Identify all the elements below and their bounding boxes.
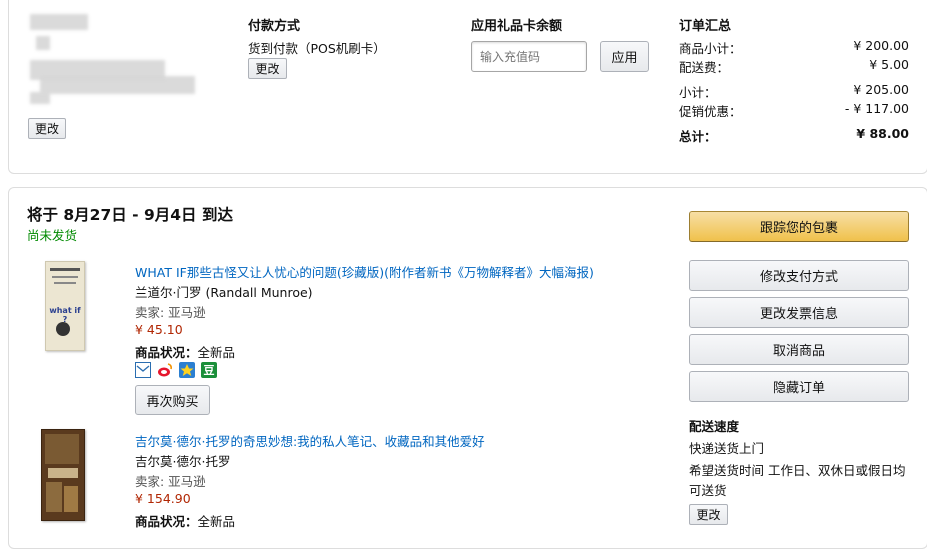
gift-card-apply-button[interactable]: 应用 [600, 41, 649, 72]
delivery-date-title: 将于 8月27日 - 9月4日 到达 [27, 206, 233, 224]
summary-row-subtotal: 商品小计： ¥ 200.00 [679, 38, 909, 57]
weibo-icon[interactable] [157, 362, 173, 378]
book-cover-whatif[interactable]: what if ? [45, 261, 85, 351]
douban-icon[interactable]: 豆 [201, 362, 217, 378]
delivery-speed-option: 快递送货上门 [689, 441, 765, 456]
condition-label: 商品状况： [135, 345, 198, 360]
summary-value: - ¥ 117.00 [844, 101, 909, 116]
change-payment-button[interactable]: 修改支付方式 [689, 260, 909, 291]
change-invoice-button[interactable]: 更改发票信息 [689, 297, 909, 328]
summary-label: 小计： [679, 85, 717, 100]
item-title-link[interactable]: WHAT IF那些古怪又让人忧心的问题(珍藏版)(附作者新书《万物解释者》大幅海… [135, 262, 594, 281]
payment-method-value: 货到付款（POS机刷卡） [248, 41, 386, 56]
douban-glyph: 豆 [203, 364, 215, 377]
summary-row-promotion: 促销优惠： - ¥ 117.00 [679, 101, 909, 120]
order-summary-title: 订单汇总 [679, 19, 732, 34]
delivery-speed-title: 配送速度 [689, 419, 740, 434]
summary-value: ¥ 88.00 [856, 126, 909, 141]
item-price: ¥ 45.10 [135, 322, 183, 337]
item-price: ¥ 154.90 [135, 491, 191, 506]
payment-change-button[interactable]: 更改 [248, 58, 287, 79]
qzone-icon[interactable] [179, 362, 195, 378]
delivery-time-preference: 希望送货时间 工作日、双休日或假日均可送货 [689, 463, 906, 498]
item-title-link[interactable]: 吉尔莫·德尔·托罗的奇思妙想:我的私人笔记、收藏品和其他爱好 [135, 431, 485, 450]
gift-card-title: 应用礼品卡余额 [471, 19, 563, 34]
summary-label: 促销优惠： [679, 104, 742, 119]
payment-method-title: 付款方式 [248, 19, 301, 34]
summary-label: 总计： [679, 129, 717, 144]
item-author: 兰道尔·门罗 (Randall Munroe) [135, 285, 313, 300]
gift-card-input[interactable] [471, 41, 587, 72]
buy-again-button[interactable]: 再次购买 [135, 385, 210, 415]
track-package-button[interactable]: 跟踪您的包裹 [689, 211, 909, 242]
condition-value: 全新品 [197, 345, 236, 360]
item-author: 吉尔莫·德尔·托罗 [135, 454, 231, 469]
summary-row-total: 总计： ¥ 88.00 [679, 126, 909, 145]
summary-value: ¥ 5.00 [869, 57, 909, 72]
email-icon[interactable] [135, 362, 151, 378]
summary-row-shipping: 配送费： ¥ 5.00 [679, 57, 909, 76]
summary-label: 商品小计： [679, 41, 742, 56]
summary-row-pretotal: 小计： ¥ 205.00 [679, 82, 909, 101]
condition-value: 全新品 [197, 514, 236, 529]
item-condition: 商品状况：全新品 [135, 511, 235, 530]
summary-value: ¥ 200.00 [853, 38, 909, 53]
condition-label: 商品状况： [135, 514, 198, 529]
shipment-status: 尚未发货 [27, 228, 78, 243]
item-condition: 商品状况：全新品 [135, 342, 235, 361]
address-change-button[interactable]: 更改 [28, 118, 66, 139]
summary-value: ¥ 205.00 [853, 82, 909, 97]
hide-order-button[interactable]: 隐藏订单 [689, 371, 909, 402]
cancel-items-button[interactable]: 取消商品 [689, 334, 909, 365]
item-seller: 卖家: 亚马逊 [135, 305, 206, 320]
delivery-speed-change-button[interactable]: 更改 [689, 504, 728, 525]
item-seller: 卖家: 亚马逊 [135, 474, 206, 489]
book-cover-guillermo[interactable] [41, 429, 85, 521]
summary-label: 配送费： [679, 60, 730, 75]
